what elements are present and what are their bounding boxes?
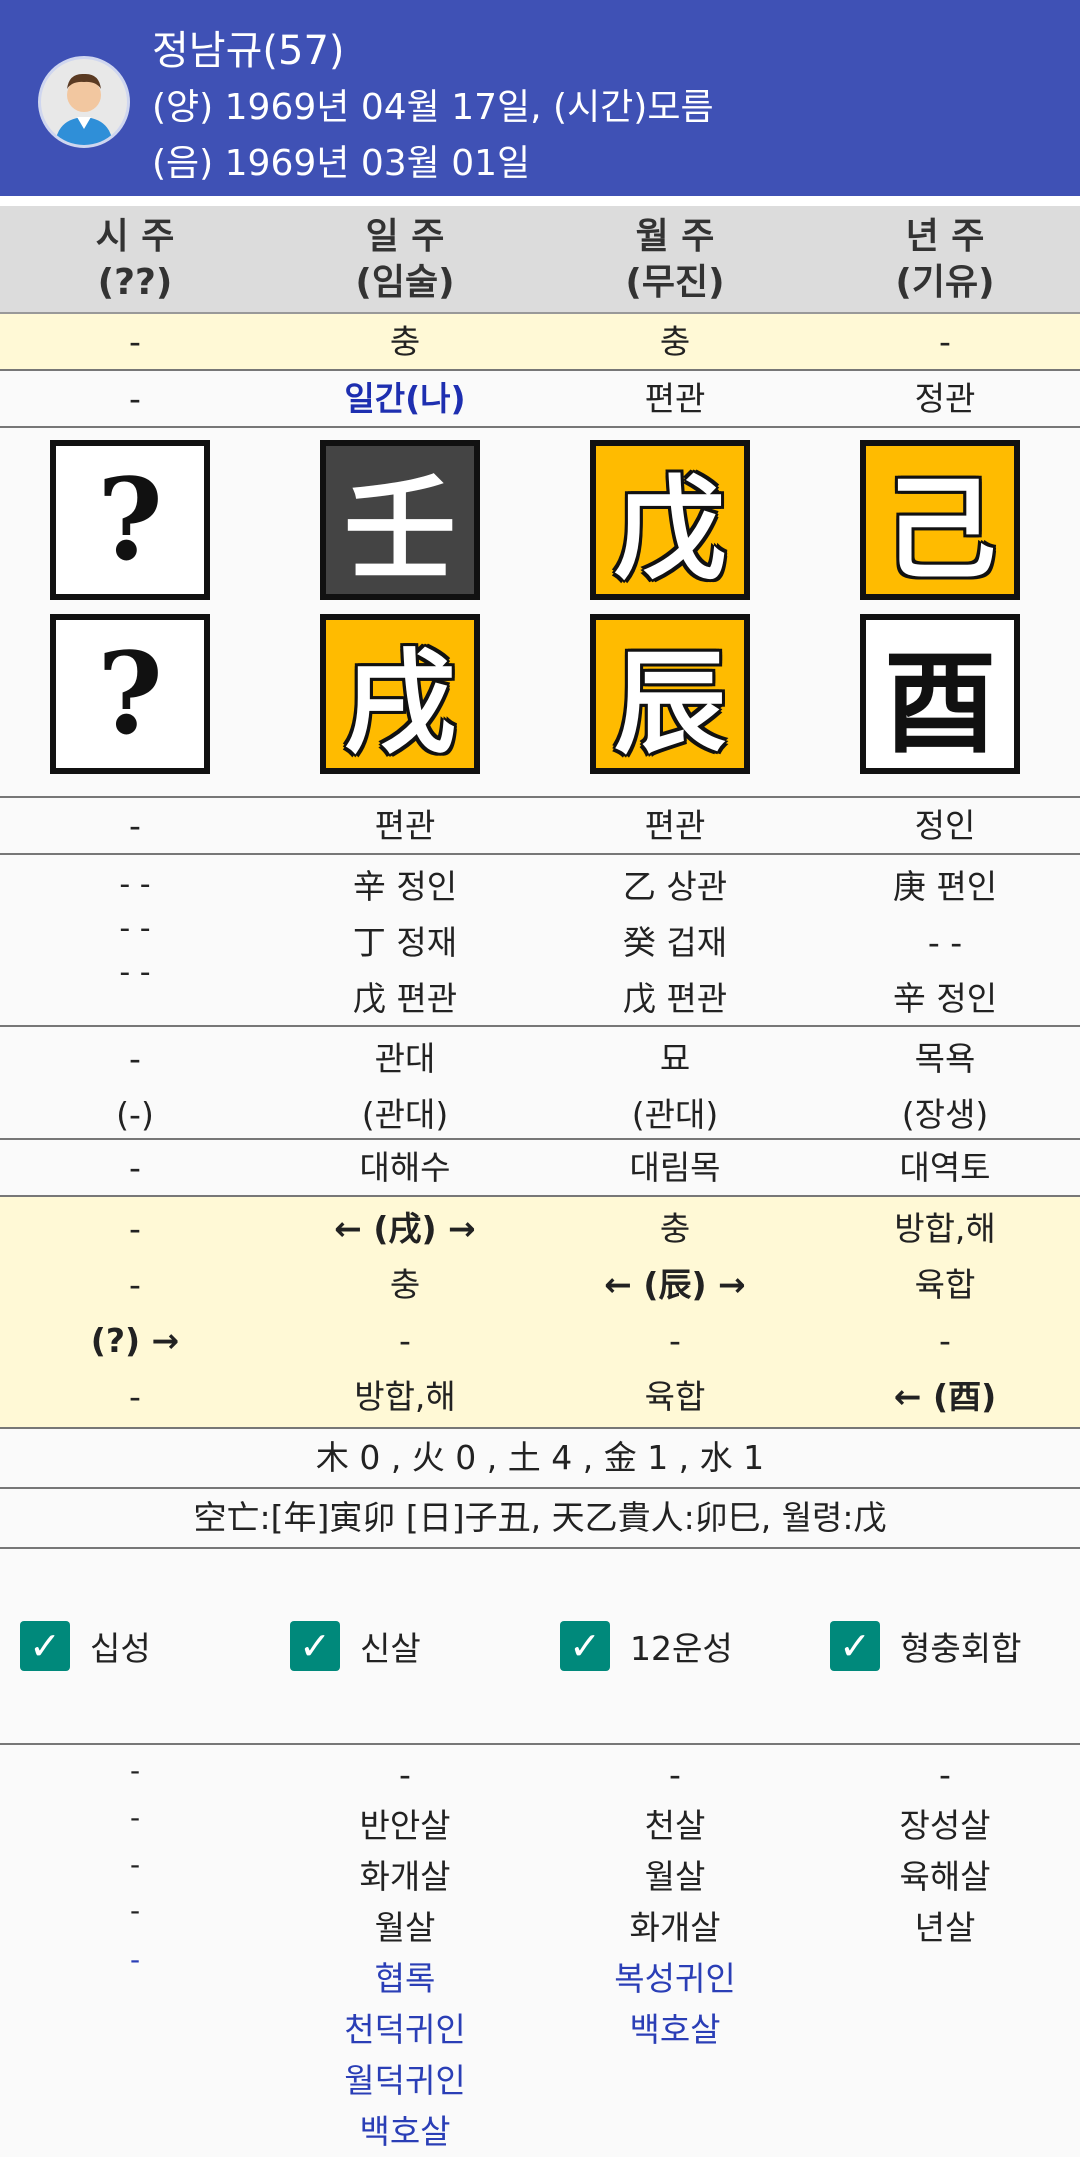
jijanggan-cell: 庚 편인 - -辛 정인 (892, 867, 998, 1018)
chung-cell: - (939, 322, 951, 361)
checkbox-sipsung[interactable]: ✓ 십성 (20, 1621, 151, 1671)
relations-row: - - (?) → - ← (戌) → 충 - 방합,해 충 ← (辰) → - 육합 방합,해 육… (0, 1197, 1080, 1429)
checkmark-icon[interactable]: ✓ (560, 1621, 610, 1671)
display-options: ✓ 십성 ✓ 신살 ✓ 12운성 ✓ 형충회합 (0, 1549, 1080, 1745)
relations-cell: ← (戌) → 충 - 방합,해 (334, 1209, 476, 1416)
pillar-hour-header: 시 주 (??) (95, 216, 175, 303)
lunar-birthdate: (음) 1969년 03월 01일 (152, 143, 531, 184)
napeum-cell: 대해수 (359, 1148, 451, 1187)
chung-row: - 충 충 - (0, 314, 1080, 371)
five-elements-count: 木 0 , 火 0 , 土 4 , 金 1 , 水 1 (0, 1429, 1080, 1489)
jijanggan-row: - -- -- - 辛 정인 丁 정재 戊 편관 乙 상관 癸 겁재 戊 편관 庚 편인… (0, 855, 1080, 1027)
relations-cell: 방합,해 육합 - ← (酉) (893, 1209, 997, 1416)
checkbox-hyungchung[interactable]: ✓ 형충회합 (830, 1621, 1021, 1671)
sipsung-bottom-row: - 편관 편관 정인 (0, 798, 1080, 855)
checkmark-icon[interactable]: ✓ (20, 1621, 70, 1671)
stem-tile-hour[interactable]: ? (50, 440, 210, 600)
chung-cell: - (129, 322, 141, 361)
sipsung-cell: 편관 (374, 806, 436, 845)
unsung-cell: 관대 (관대) (361, 1039, 449, 1134)
sinsal-section: - - - - - - 반안살 화개살 월살 협록 천덕귀인 월덕귀인 백호살 - 천살 월살 화… (0, 1745, 1080, 2157)
checkbox-sinsal[interactable]: ✓ 신살 (290, 1621, 421, 1671)
checkmark-icon[interactable]: ✓ (290, 1621, 340, 1671)
gongmang-info: 空亡:[年]寅卯 [日]子丑, 天乙貴人:卯巳, 월령:戊 (0, 1489, 1080, 1549)
unsung-cell: 묘 (관대) (631, 1039, 719, 1134)
napeum-cell: 대역토 (899, 1148, 991, 1187)
sipsung-cell: - (129, 379, 141, 418)
stem-tile-day[interactable]: 壬 (320, 440, 480, 600)
branch-tile-month[interactable]: 辰 (590, 614, 750, 774)
napeum-row: - 대해수 대림목 대역토 (0, 1140, 1080, 1197)
relations-cell: - - (?) → - (90, 1209, 180, 1416)
stem-tile-month[interactable]: 戊 (590, 440, 750, 600)
jijanggan-cell: - -- -- - (119, 867, 151, 990)
sipsung-cell: 편관 (644, 806, 706, 845)
solar-birthdate: (양) 1969년 04월 17일, (시간)모름 (152, 87, 714, 128)
relations-cell: 충 ← (辰) → - 육합 (604, 1209, 746, 1416)
checkmark-icon[interactable]: ✓ (830, 1621, 880, 1671)
avatar (38, 56, 130, 148)
branch-tile-day[interactable]: 戌 (320, 614, 480, 774)
jijanggan-cell: 辛 정인 丁 정재 戊 편관 (352, 867, 458, 1018)
unsung-cell: - (-) (116, 1039, 154, 1134)
sinsal-column: - 장성살 육해살 년살 (899, 1755, 991, 1947)
sipsung-top-row: - 일간(나) 편관 정관 (0, 371, 1080, 428)
stem-tile-year[interactable]: 己 (860, 440, 1020, 600)
person-name: 정남규(57) (152, 28, 345, 74)
branch-tile-year[interactable]: 酉 (860, 614, 1020, 774)
ilgan-cell: 일간(나) (344, 379, 466, 418)
pillar-month-header: 월 주 (무진) (625, 216, 725, 303)
sinsal-column: - - - - - (129, 1754, 141, 1976)
unsung-row: - (-) 관대 (관대) 묘 (관대) 목욕 (장생) (0, 1027, 1080, 1140)
chung-cell: 충 (659, 322, 691, 361)
chung-cell: 충 (389, 322, 421, 361)
branch-tile-hour[interactable]: ? (50, 614, 210, 774)
profile-header: 정남규(57) (양) 1969년 04월 17일, (시간)모름 (음) 19… (0, 0, 1080, 196)
sinsal-column: - 천살 월살 화개살 복성귀인 백호살 (614, 1755, 736, 2049)
saju-chart: ? 壬 戊 己 ? 戌 辰 酉 (0, 428, 1080, 798)
sipsung-cell: 정인 (914, 806, 976, 845)
checkbox-12unsung[interactable]: ✓ 12운성 (560, 1621, 733, 1671)
sipsung-cell: 정관 (914, 379, 976, 418)
pillar-header-row: 시 주 (??) 일 주 (임술) 월 주 (무진) 년 주 (기유) (0, 206, 1080, 314)
pillar-year-header: 년 주 (기유) (895, 216, 995, 303)
sipsung-cell: 편관 (644, 379, 706, 418)
sipsung-cell: - (129, 806, 141, 845)
pillar-day-header: 일 주 (임술) (355, 216, 455, 303)
napeum-cell: 대림목 (629, 1148, 721, 1187)
jijanggan-cell: 乙 상관 癸 겁재 戊 편관 (622, 867, 728, 1018)
unsung-cell: 목욕 (장생) (901, 1039, 989, 1134)
divider (0, 196, 1080, 206)
napeum-cell: - (129, 1148, 141, 1187)
sinsal-column: - 반안살 화개살 월살 협록 천덕귀인 월덕귀인 백호살 (344, 1755, 466, 2151)
